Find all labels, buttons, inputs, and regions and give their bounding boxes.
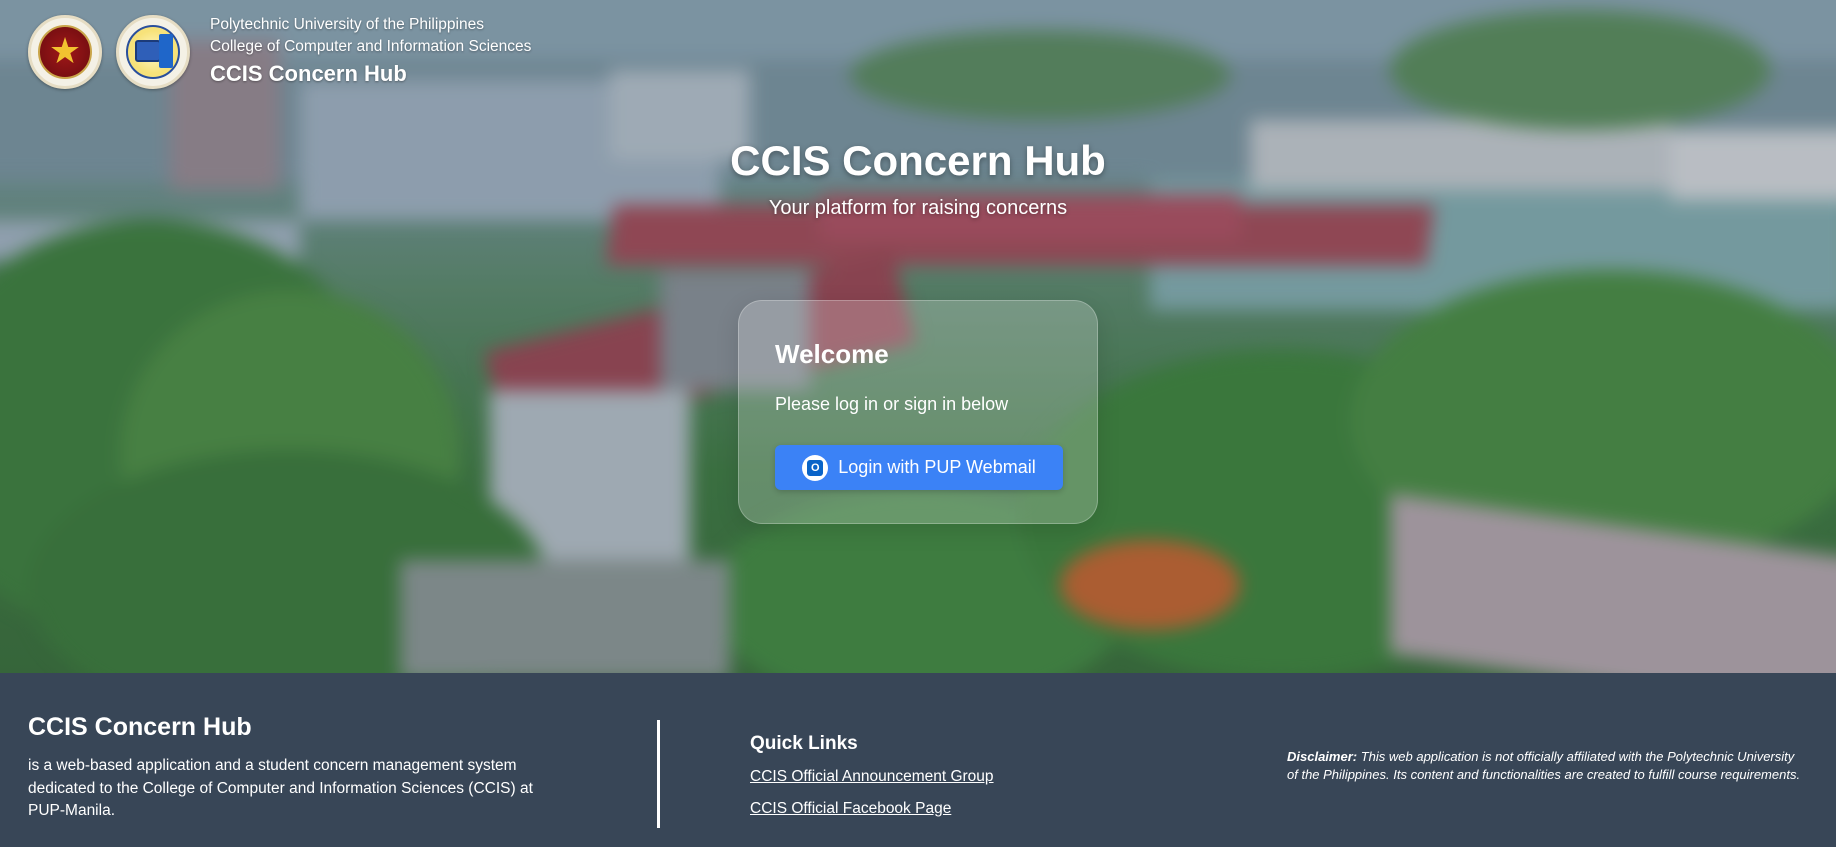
ccis-seal-icon [116,14,190,89]
hero-background: ★ Polytechnic University of the Philippi… [0,0,1836,673]
login-button-label: Login with PUP Webmail [838,457,1036,477]
hero-subtitle: Your platform for raising concerns [768,197,1068,219]
app-name: CCIS Concern Hub [210,61,407,86]
outlook-icon: O [802,454,829,481]
disclaimer-text: This web application is not officially a… [1287,749,1801,782]
login-pup-webmail-button[interactable]: O Login with PUP Webmail [775,445,1063,490]
login-instructions: Please log in or sign in below [775,394,1009,414]
header-brand: ★ Polytechnic University of the Philippi… [28,14,531,89]
footer-title: CCIS Concern Hub [28,713,252,741]
link-announcement-group[interactable]: CCIS Official Announcement Group [750,768,994,786]
pup-seal-icon: ★ [28,14,102,89]
hero-title: CCIS Concern Hub [730,137,1106,184]
welcome-heading: Welcome [775,339,889,369]
quick-links-heading: Quick Links [750,733,858,754]
login-card: Welcome Please log in or sign in below O… [738,300,1098,524]
footer-disclaimer: Disclaimer: This web application is not … [1287,748,1807,784]
footer-description: is a web-based application and a student… [28,757,533,819]
brand-text: Polytechnic University of the Philippine… [210,14,531,89]
footer-divider [657,720,660,828]
link-facebook-page[interactable]: CCIS Official Facebook Page [750,800,951,818]
university-name: Polytechnic University of the Philippine… [210,16,484,33]
college-name: College of Computer and Information Scie… [210,38,532,55]
disclaimer-label: Disclaimer: [1287,749,1358,764]
footer: CCIS Concern Hub is a web-based applicat… [0,673,1836,847]
